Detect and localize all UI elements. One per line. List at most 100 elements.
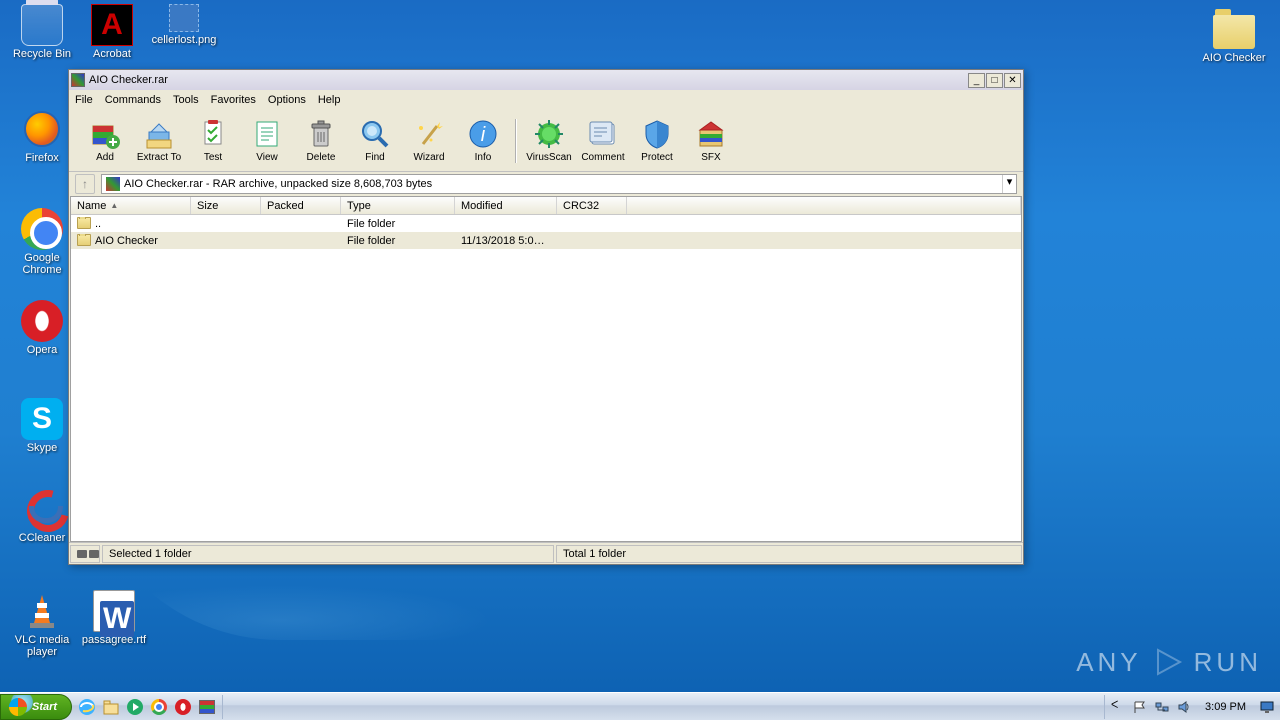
- toolbar-sfx[interactable]: SFX: [685, 112, 737, 170]
- toolbar-extract[interactable]: Extract To: [133, 112, 185, 170]
- desktop-icon-vlc[interactable]: VLC media player: [6, 590, 78, 658]
- toolbar: Add Extract To Test View Delete Find Wiz…: [69, 110, 1023, 172]
- menu-tools[interactable]: Tools: [173, 94, 199, 106]
- desktop-icon-label: VLC media player: [6, 634, 78, 658]
- start-label: Start: [32, 701, 57, 713]
- column-modified[interactable]: Modified: [455, 197, 557, 214]
- list-row-parent[interactable]: .. File folder: [71, 215, 1021, 232]
- toolbar-delete[interactable]: Delete: [295, 112, 347, 170]
- toolbar-view[interactable]: View: [241, 112, 293, 170]
- wizard-icon: [413, 118, 445, 150]
- desktop-icon-aio-folder[interactable]: AIO Checker: [1198, 8, 1270, 64]
- up-button[interactable]: ↑: [75, 174, 95, 194]
- find-icon: [359, 118, 391, 150]
- column-type[interactable]: Type: [341, 197, 455, 214]
- tray-network-icon[interactable]: [1155, 700, 1169, 714]
- test-icon: [197, 118, 229, 150]
- sfx-icon: [695, 118, 727, 150]
- quicklaunch-winrar[interactable]: [196, 696, 218, 718]
- system-tray: ᐸ 3:09 PM: [1104, 695, 1280, 719]
- add-icon: [89, 118, 121, 150]
- quicklaunch-explorer[interactable]: [100, 696, 122, 718]
- column-packed[interactable]: Packed: [261, 197, 341, 214]
- quicklaunch-opera[interactable]: [172, 696, 194, 718]
- extract-icon: [143, 118, 175, 150]
- maximize-button[interactable]: □: [986, 73, 1003, 88]
- menu-file[interactable]: File: [75, 94, 93, 106]
- status-mode-icons: [70, 545, 100, 563]
- address-text: AIO Checker.rar - RAR archive, unpacked …: [124, 178, 432, 190]
- desktop-icon-label: AIO Checker: [1198, 52, 1270, 64]
- column-crc32[interactable]: CRC32: [557, 197, 627, 214]
- toolbar-separator: [515, 119, 517, 163]
- toolbar-virusscan[interactable]: VirusScan: [523, 112, 575, 170]
- menu-options[interactable]: Options: [268, 94, 306, 106]
- winrar-window: AIO Checker.rar _ □ ✕ File Commands Tool…: [68, 69, 1024, 565]
- chrome-icon: [21, 208, 63, 250]
- image-file-icon: [169, 4, 199, 32]
- minimize-button[interactable]: _: [968, 73, 985, 88]
- menu-help[interactable]: Help: [318, 94, 341, 106]
- tray-volume-icon[interactable]: [1177, 700, 1191, 714]
- tray-flag-icon[interactable]: [1133, 700, 1147, 714]
- svg-text:i: i: [481, 124, 486, 146]
- toolbar-comment[interactable]: Comment: [577, 112, 629, 170]
- protect-icon: [641, 118, 673, 150]
- info-icon: i: [467, 118, 499, 150]
- acrobat-icon: A: [91, 4, 133, 46]
- desktop-icon-passagree[interactable]: passagree.rtf: [78, 590, 150, 646]
- close-button[interactable]: ✕: [1004, 73, 1021, 88]
- archive-icon: [106, 177, 120, 191]
- toolbar-info[interactable]: iInfo: [457, 112, 509, 170]
- quick-launch: [72, 695, 223, 719]
- winrar-icon: [71, 73, 85, 87]
- toolbar-protect[interactable]: Protect: [631, 112, 683, 170]
- desktop-icon-recycle-bin[interactable]: Recycle Bin: [6, 4, 78, 60]
- titlebar[interactable]: AIO Checker.rar _ □ ✕: [69, 70, 1023, 90]
- column-size[interactable]: Size: [191, 197, 261, 214]
- virusscan-icon: [533, 118, 565, 150]
- menu-commands[interactable]: Commands: [105, 94, 161, 106]
- desktop-icon-label: Acrobat: [76, 48, 148, 60]
- comment-icon: [587, 118, 619, 150]
- windows-logo-icon: [9, 698, 27, 716]
- taskbar-clock[interactable]: 3:09 PM: [1199, 701, 1252, 713]
- folder-icon: [77, 217, 91, 229]
- start-button[interactable]: Start: [0, 694, 72, 720]
- desktop-icon-label: cellerlost.png: [148, 34, 220, 46]
- quicklaunch-chrome[interactable]: [148, 696, 170, 718]
- address-bar: ↑ AIO Checker.rar - RAR archive, unpacke…: [69, 172, 1023, 196]
- column-headers: Name▲ Size Packed Type Modified CRC32: [71, 197, 1021, 215]
- toolbar-find[interactable]: Find: [349, 112, 401, 170]
- desktop-icon-acrobat[interactable]: A Acrobat: [76, 4, 148, 60]
- folder-icon: [1213, 15, 1255, 49]
- view-icon: [251, 118, 283, 150]
- firefox-icon: [24, 111, 60, 147]
- tray-expand-icon[interactable]: ᐸ: [1111, 700, 1125, 714]
- desktop-icon-label: Recycle Bin: [6, 48, 78, 60]
- list-row-aio-checker[interactable]: AIO Checker File folder 11/13/2018 5:0…: [71, 232, 1021, 249]
- toolbar-add[interactable]: Add: [79, 112, 131, 170]
- address-dropdown-button[interactable]: ▾: [1002, 175, 1016, 193]
- file-list: Name▲ Size Packed Type Modified CRC32 ..…: [70, 196, 1022, 542]
- status-bar: Selected 1 folder Total 1 folder: [69, 542, 1023, 564]
- sort-asc-icon: ▲: [110, 201, 118, 210]
- menu-bar: File Commands Tools Favorites Options He…: [69, 90, 1023, 110]
- tray-monitor-icon[interactable]: [1260, 700, 1274, 714]
- status-total: Total 1 folder: [556, 545, 1022, 563]
- menu-favorites[interactable]: Favorites: [211, 94, 256, 106]
- recycle-bin-icon: [21, 4, 63, 46]
- taskbar: Start ᐸ 3:09 PM: [0, 692, 1280, 720]
- opera-icon: [21, 300, 63, 342]
- window-title: AIO Checker.rar: [89, 74, 967, 86]
- quicklaunch-ie[interactable]: [76, 696, 98, 718]
- desktop-icon-cellerlost[interactable]: cellerlost.png: [148, 4, 220, 46]
- toolbar-wizard[interactable]: Wizard: [403, 112, 455, 170]
- folder-icon: [77, 234, 91, 246]
- quicklaunch-mediaplayer[interactable]: [124, 696, 146, 718]
- skype-icon: S: [21, 398, 63, 440]
- column-name[interactable]: Name▲: [71, 197, 191, 214]
- word-doc-icon: [93, 590, 135, 632]
- address-field[interactable]: AIO Checker.rar - RAR archive, unpacked …: [101, 174, 1017, 194]
- toolbar-test[interactable]: Test: [187, 112, 239, 170]
